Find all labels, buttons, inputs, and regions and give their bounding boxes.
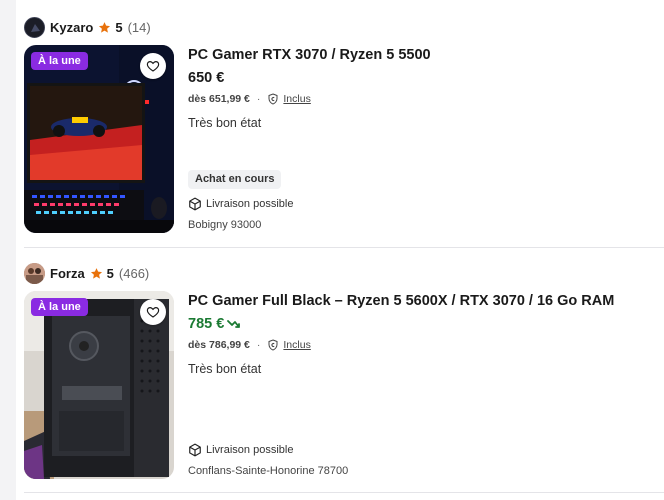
separator-dot: · (256, 93, 261, 105)
avatar[interactable] (24, 16, 45, 38)
status-badge: Achat en cours (188, 170, 282, 189)
seller-review-count: (466) (118, 265, 150, 281)
listing-title[interactable]: PC Gamer Full Black – Ryzen 5 5600X / RT… (188, 291, 664, 311)
seller-row[interactable]: Kyzaro 5 (14) (24, 14, 664, 40)
page-side-strip (0, 0, 16, 500)
favorite-button[interactable] (140, 299, 166, 325)
fees-price: dès 651,99 € (188, 93, 250, 105)
protection-link[interactable]: Inclus (283, 93, 310, 105)
listing-image[interactable]: À la une (24, 291, 174, 479)
featured-badge: À la une (31, 52, 88, 70)
item-condition: Très bon état (188, 116, 262, 130)
listing-location: Bobigny 93000 (188, 219, 262, 231)
shield-icon (268, 339, 278, 351)
listing-price: 785 € (188, 314, 664, 334)
featured-badge: À la une (31, 298, 88, 316)
protection-link[interactable]: Inclus (283, 339, 310, 351)
buyer-fees-row: dès 651,99 € · Inclus (188, 91, 664, 107)
listing-image[interactable]: À la une (24, 45, 174, 233)
seller-row[interactable]: Forza 5 (466) (24, 260, 664, 286)
delivery-label: Livraison possible (206, 444, 294, 456)
listing-divider (24, 492, 664, 493)
buyer-fees-row: dès 786,99 € · Inclus (188, 337, 664, 353)
trend-down-icon (227, 320, 241, 328)
listing-divider (24, 247, 664, 248)
shield-icon (268, 93, 278, 105)
listing-title[interactable]: PC Gamer RTX 3070 / Ryzen 5 5500 (188, 45, 664, 65)
box-icon (189, 197, 201, 211)
heart-icon (146, 61, 160, 72)
listing-card[interactable]: Forza 5 (466) À la une PC Gamer Full Bla… (24, 260, 664, 481)
star-icon (99, 21, 111, 33)
box-icon (189, 443, 201, 457)
listing-price: 650 € (188, 68, 664, 88)
price-value: 650 € (188, 70, 225, 86)
listing-location: Conflans-Sainte-Honorine 78700 (188, 465, 349, 477)
seller-rating: 5 (106, 265, 114, 281)
fees-price: dès 786,99 € (188, 339, 250, 351)
heart-icon (146, 307, 160, 318)
price-value: 785 € (188, 316, 225, 332)
seller-review-count: (14) (127, 19, 151, 35)
delivery-label: Livraison possible (206, 198, 294, 210)
seller-rating: 5 (115, 19, 123, 35)
delivery-row: Livraison possible (188, 197, 293, 211)
star-icon (90, 267, 102, 279)
listing-card[interactable]: Kyzaro 5 (14) À la une PC Gamer RTX 3070… (24, 14, 664, 235)
delivery-row: Livraison possible (188, 443, 293, 457)
item-condition: Très bon état (188, 362, 262, 376)
seller-name[interactable]: Kyzaro (50, 20, 93, 35)
separator-dot: · (256, 339, 261, 351)
favorite-button[interactable] (140, 53, 166, 79)
seller-name[interactable]: Forza (50, 266, 85, 281)
avatar[interactable] (24, 262, 45, 284)
